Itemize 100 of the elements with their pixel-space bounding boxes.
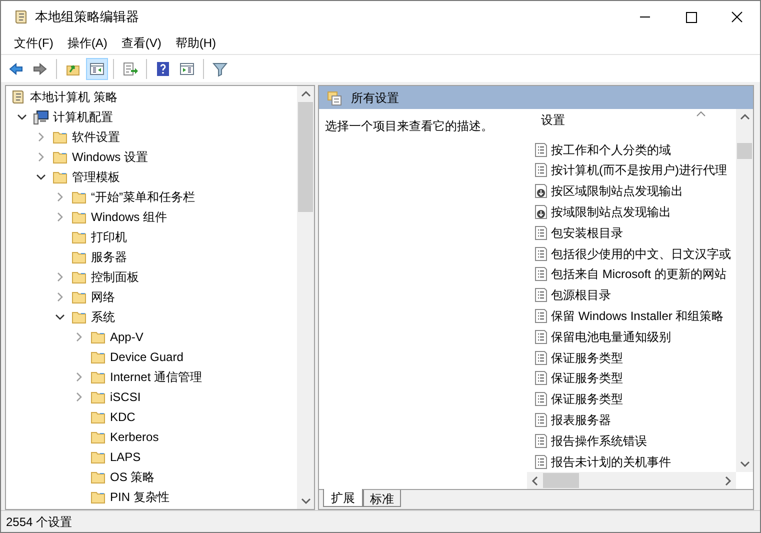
tree-item[interactable]: 本地计算机 策略 — [30, 88, 118, 106]
collapsed-chevron-icon[interactable] — [56, 192, 64, 202]
tree-item[interactable]: “开始”菜单和任务栏 — [91, 188, 195, 206]
tree-item[interactable]: KDC — [110, 408, 136, 426]
setting-item[interactable]: 保证服务类型 — [551, 390, 623, 408]
tree-item[interactable]: Windows 设置 — [72, 148, 148, 166]
folder-icon — [71, 249, 87, 265]
setting-page-icon — [533, 370, 549, 386]
collapsed-chevron-icon[interactable] — [37, 152, 45, 162]
forward-arrow-icon — [32, 60, 48, 76]
scrollbar[interactable] — [736, 109, 753, 472]
tree-item[interactable]: 计算机配置 — [53, 108, 113, 126]
computer-icon — [33, 109, 49, 125]
folder-icon — [71, 269, 87, 285]
setting-page-icon — [533, 308, 549, 324]
tree-item[interactable]: 网络 — [91, 288, 115, 306]
folder-icon — [90, 329, 106, 345]
setting-item[interactable]: 包安装根目录 — [551, 224, 623, 242]
tree-item[interactable]: Windows 组件 — [91, 208, 168, 226]
setting-item[interactable]: 包括很少使用的中文、日文汉字或 — [551, 244, 731, 263]
description-text: 选择一个项目来查看它的描述。 — [325, 119, 493, 133]
setting-page-icon — [533, 162, 549, 178]
action-pane-icon — [179, 60, 195, 76]
folder-icon — [71, 289, 87, 305]
collapsed-chevron-icon[interactable] — [56, 272, 64, 282]
setting-item[interactable]: 按域限制站点发现输出 — [551, 203, 671, 222]
setting-item[interactable]: 包源根目录 — [551, 286, 611, 304]
setting-page-icon — [533, 391, 549, 408]
tab[interactable]: 标准 — [363, 490, 401, 507]
setting-item[interactable]: 保证服务类型 — [551, 348, 623, 367]
scroll-icon — [10, 89, 26, 105]
folder-icon — [52, 169, 68, 185]
status-text: 2554 个设置 — [6, 514, 72, 530]
tree-item[interactable]: OS 策略 — [110, 468, 155, 486]
menu-item[interactable]: 查看(V) — [114, 32, 168, 54]
tree-item[interactable]: Internet 通信管理 — [110, 368, 202, 386]
collapsed-chevron-icon[interactable] — [75, 372, 83, 382]
collapsed-chevron-icon[interactable] — [56, 212, 64, 222]
tree-item[interactable]: PIN 复杂性 — [110, 488, 170, 506]
tree-item[interactable]: App-V — [110, 328, 144, 346]
tree-pane-button[interactable] — [86, 58, 108, 80]
collapsed-chevron-icon[interactable] — [37, 132, 45, 142]
tree-item[interactable]: 管理模板 — [72, 168, 120, 186]
setting-item[interactable]: 报告未计划的关机事件 — [551, 452, 671, 471]
tree-item[interactable]: Kerberos — [110, 428, 159, 446]
folder-icon — [90, 409, 106, 425]
tree-item[interactable]: 打印机 — [91, 228, 127, 246]
folder-icon — [52, 149, 68, 165]
expanded-chevron-icon[interactable] — [36, 173, 46, 181]
menu-item[interactable]: 帮助(H) — [168, 32, 223, 54]
setting-page-icon — [533, 328, 549, 345]
setting-page-icon — [533, 287, 549, 304]
tree-item[interactable]: 控制面板 — [91, 268, 139, 286]
scroll-thumb[interactable] — [543, 473, 579, 488]
setting-page-icon — [533, 432, 549, 449]
download-page-icon — [533, 204, 549, 220]
expanded-chevron-icon[interactable] — [55, 313, 65, 321]
setting-item[interactable]: 报表服务器 — [551, 411, 611, 429]
collapsed-chevron-icon[interactable] — [75, 392, 83, 402]
setting-item[interactable]: 按区域限制站点发现输出 — [551, 182, 683, 200]
setting-item[interactable]: 保留 Windows Installer 和组策略 — [551, 307, 724, 326]
setting-page-icon — [533, 266, 549, 282]
folder-icon — [90, 349, 106, 365]
folder-icon — [71, 309, 87, 325]
menu-item[interactable]: 文件(F) — [7, 32, 60, 54]
tree-item[interactable]: 系统 — [91, 308, 115, 326]
export-list-icon — [122, 60, 138, 76]
tree-item[interactable]: 服务器 — [91, 248, 127, 266]
setting-item[interactable]: 按工作和个人分类的域 — [551, 140, 671, 159]
menu-item[interactable]: 操作(A) — [60, 32, 114, 54]
folder-icon — [90, 449, 106, 465]
setting-page-icon — [533, 224, 549, 241]
setting-item[interactable]: 保证服务类型 — [551, 369, 623, 388]
folders-icon — [327, 90, 343, 106]
folder-icon — [52, 129, 68, 145]
tree-pane-icon — [89, 60, 105, 76]
setting-item[interactable]: 包括来自 Microsoft 的更新的网站 — [551, 265, 726, 284]
setting-item[interactable]: 保留电池电量通知级别 — [551, 328, 671, 346]
folder-icon — [71, 209, 87, 225]
column-header[interactable]: 设置 — [541, 111, 565, 132]
folder-icon — [90, 489, 106, 505]
tab[interactable]: 扩展 — [323, 489, 363, 507]
setting-item[interactable]: 报告操作系统错误 — [551, 432, 647, 450]
setting-item[interactable]: 按计算机(而不是按用户)进行代理 — [551, 161, 727, 180]
scroll-thumb[interactable] — [298, 102, 313, 212]
download-page-icon — [533, 183, 549, 200]
scrollbar[interactable] — [297, 86, 314, 509]
collapsed-chevron-icon[interactable] — [56, 292, 64, 302]
folder-icon — [90, 469, 106, 485]
tree-item[interactable]: LAPS — [110, 448, 141, 466]
tree-item[interactable]: Device Guard — [110, 348, 184, 366]
filter-icon — [212, 60, 228, 76]
scrollbar[interactable] — [527, 472, 736, 489]
folder-icon — [71, 229, 87, 245]
collapsed-chevron-icon[interactable] — [75, 332, 83, 342]
help-icon — [155, 60, 171, 76]
scroll-thumb[interactable] — [737, 143, 752, 159]
expanded-chevron-icon[interactable] — [17, 113, 27, 121]
tree-item[interactable]: iSCSI — [110, 388, 141, 406]
tree-item[interactable]: 软件设置 — [72, 128, 120, 146]
